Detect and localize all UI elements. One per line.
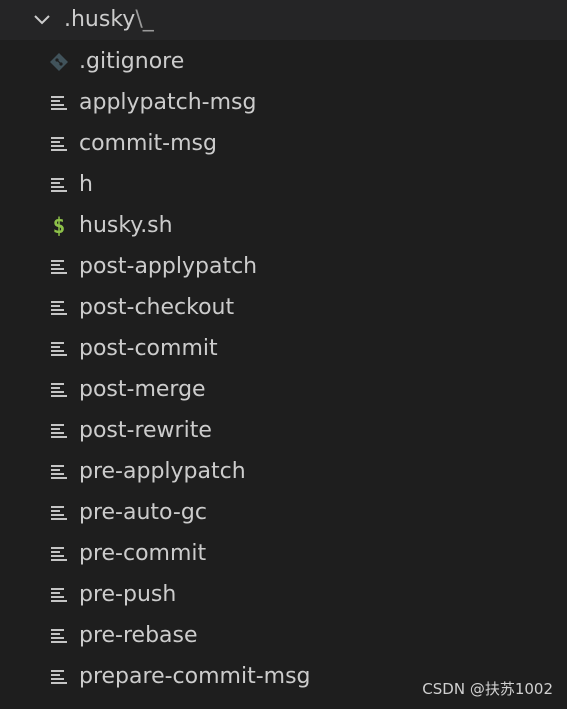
file-item[interactable]: post-commit [0, 328, 567, 369]
folder-row-husky[interactable]: .husky\_ [0, 0, 567, 40]
shell-script-icon: $ [52, 214, 66, 238]
file-item[interactable]: h [0, 164, 567, 205]
chevron-down-icon[interactable] [32, 10, 52, 30]
file-item[interactable]: post-rewrite [0, 410, 567, 451]
git-icon [48, 51, 70, 73]
file-name: h [79, 172, 93, 197]
file-list: .gitignore applypatch-msg commit-msg h $ husk… [0, 41, 567, 697]
text-file-icon [48, 338, 70, 360]
text-file-icon [48, 420, 70, 442]
folder-name-text: .husky [64, 7, 136, 32]
text-file-icon [48, 174, 70, 196]
file-item[interactable]: pre-rebase [0, 615, 567, 656]
text-file-icon [48, 92, 70, 114]
file-name: .gitignore [79, 49, 185, 74]
text-file-icon [48, 379, 70, 401]
file-name: pre-commit [79, 541, 207, 566]
file-item[interactable]: pre-applypatch [0, 451, 567, 492]
file-item[interactable]: post-merge [0, 369, 567, 410]
file-name: post-checkout [79, 295, 235, 320]
file-name: post-merge [79, 377, 206, 402]
file-item[interactable]: applypatch-msg [0, 82, 567, 123]
file-name: post-applypatch [79, 254, 258, 279]
file-item[interactable]: .gitignore [0, 41, 567, 82]
folder-name-suffix: \_ [135, 7, 154, 32]
file-explorer: .husky\_ .gitignore applypatch-msg commit-… [0, 0, 567, 709]
file-item[interactable]: $ husky.sh [0, 205, 567, 246]
text-file-icon [48, 256, 70, 278]
file-name: pre-auto-gc [79, 500, 207, 525]
text-file-icon [48, 133, 70, 155]
file-item[interactable]: post-checkout [0, 287, 567, 328]
folder-name: .husky\_ [64, 6, 154, 34]
file-item[interactable]: pre-auto-gc [0, 492, 567, 533]
file-name: applypatch-msg [79, 90, 257, 115]
file-name: prepare-commit-msg [79, 664, 311, 689]
text-file-icon [48, 543, 70, 565]
text-file-icon [48, 461, 70, 483]
file-item[interactable]: pre-commit [0, 533, 567, 574]
file-name: post-commit [79, 336, 218, 361]
file-name: pre-rebase [79, 623, 198, 648]
text-file-icon [48, 625, 70, 647]
file-name: post-rewrite [79, 418, 212, 443]
file-name: pre-applypatch [79, 459, 246, 484]
file-item[interactable]: commit-msg [0, 123, 567, 164]
file-name: pre-push [79, 582, 177, 607]
file-name: husky.sh [79, 213, 173, 238]
watermark: CSDN @扶苏1002 [422, 680, 553, 698]
file-item[interactable]: pre-push [0, 574, 567, 615]
text-file-icon [48, 666, 70, 688]
text-file-icon [48, 297, 70, 319]
text-file-icon [48, 502, 70, 524]
text-file-icon [48, 584, 70, 606]
file-name: commit-msg [79, 131, 217, 156]
file-item[interactable]: post-applypatch [0, 246, 567, 287]
